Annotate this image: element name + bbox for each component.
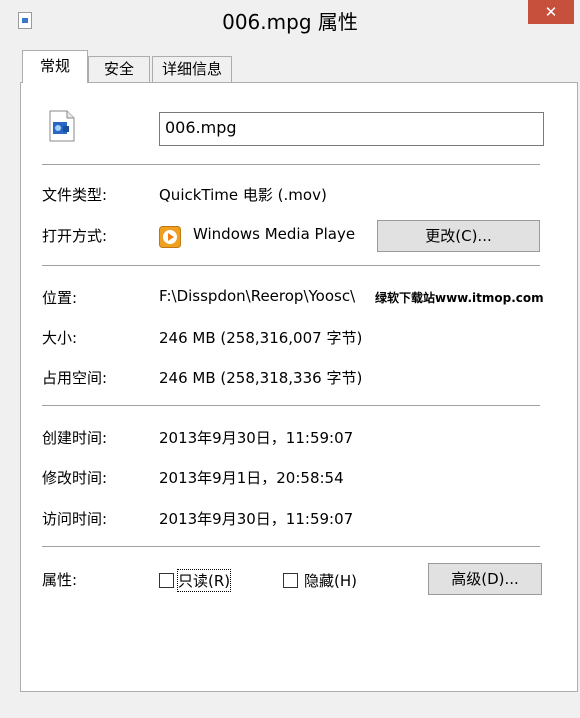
tab-details[interactable]: 详细信息 bbox=[152, 56, 232, 83]
hidden-checkbox[interactable] bbox=[283, 573, 298, 588]
separator bbox=[42, 405, 540, 406]
accessed-label: 访问时间: bbox=[42, 510, 108, 528]
close-button[interactable]: ✕ bbox=[528, 0, 574, 24]
file-type-value: QuickTime 电影 (.mov) bbox=[159, 186, 327, 204]
general-panel: 006.mpg 文件类型: QuickTime 电影 (.mov) 打开方式: … bbox=[20, 82, 578, 692]
file-name-input[interactable]: 006.mpg bbox=[159, 112, 544, 146]
separator bbox=[42, 546, 540, 547]
file-type-label: 文件类型: bbox=[42, 186, 108, 204]
modified-value: 2013年9月1日，20:58:54 bbox=[159, 469, 344, 487]
modified-label: 修改时间: bbox=[42, 469, 108, 487]
tab-security[interactable]: 安全 bbox=[88, 56, 150, 83]
size-on-disk-label: 占用空间: bbox=[42, 369, 108, 387]
separator bbox=[42, 164, 540, 165]
size-value: 246 MB (258,316,007 字节) bbox=[159, 329, 363, 347]
watermark-text: 绿软下载站www.itmop.com bbox=[375, 291, 544, 305]
readonly-checkbox[interactable] bbox=[159, 573, 174, 588]
title-bar[interactable]: 006.mpg 属性 ✕ bbox=[0, 0, 580, 40]
size-label: 大小: bbox=[42, 329, 78, 347]
separator bbox=[42, 265, 540, 266]
location-value: F:\Disspdon\Reerop\Yoosc\ bbox=[159, 287, 356, 305]
window-title: 006.mpg 属性 bbox=[222, 10, 358, 34]
hidden-label[interactable]: 隐藏(H) bbox=[304, 570, 357, 591]
size-on-disk-value: 246 MB (258,318,336 字节) bbox=[159, 369, 363, 387]
properties-window: 006.mpg 属性 ✕ 常规 安全 详细信息 006.mpg 文件类型: Qu… bbox=[0, 0, 580, 718]
media-player-icon bbox=[159, 226, 181, 248]
video-file-icon bbox=[49, 110, 75, 142]
attributes-label: 属性: bbox=[42, 571, 78, 589]
readonly-label[interactable]: 只读(R) bbox=[176, 569, 232, 592]
open-with-label: 打开方式: bbox=[42, 227, 108, 245]
created-label: 创建时间: bbox=[42, 429, 108, 447]
change-button[interactable]: 更改(C)... bbox=[377, 220, 540, 252]
created-value: 2013年9月30日，11:59:07 bbox=[159, 429, 354, 447]
open-with-value: Windows Media Playe bbox=[193, 225, 356, 243]
accessed-value: 2013年9月30日，11:59:07 bbox=[159, 510, 354, 528]
location-label: 位置: bbox=[42, 289, 78, 307]
advanced-button[interactable]: 高级(D)... bbox=[428, 563, 542, 595]
tab-general[interactable]: 常规 bbox=[22, 50, 88, 83]
